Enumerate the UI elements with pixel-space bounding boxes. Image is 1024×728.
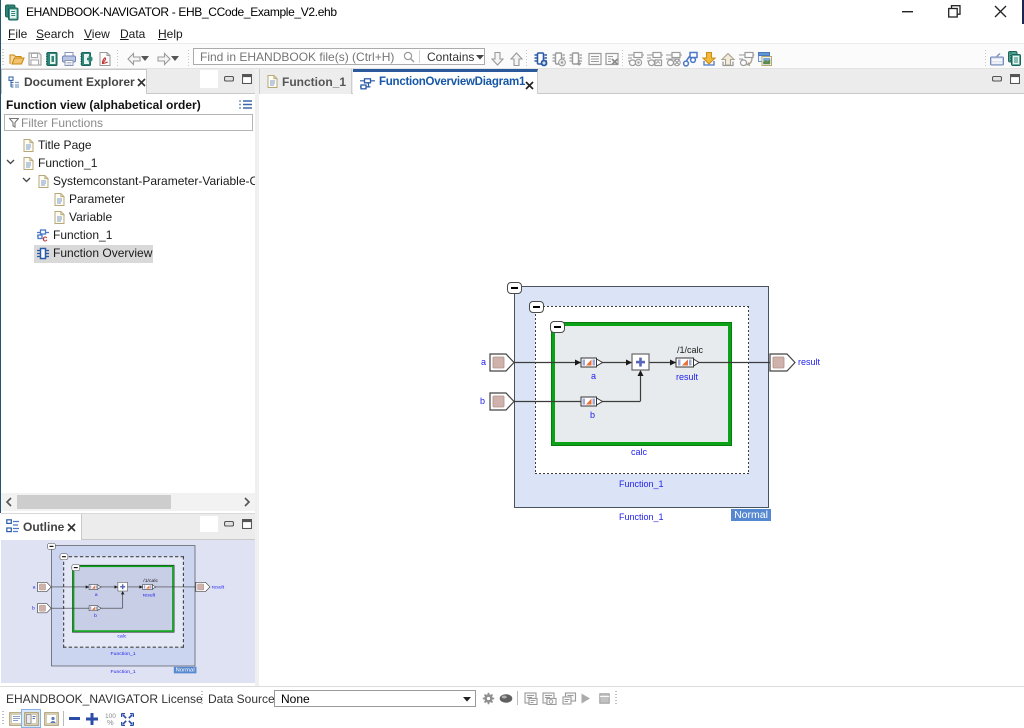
svg-text:%: % — [107, 718, 114, 726]
svg-text:c: c — [43, 234, 48, 243]
